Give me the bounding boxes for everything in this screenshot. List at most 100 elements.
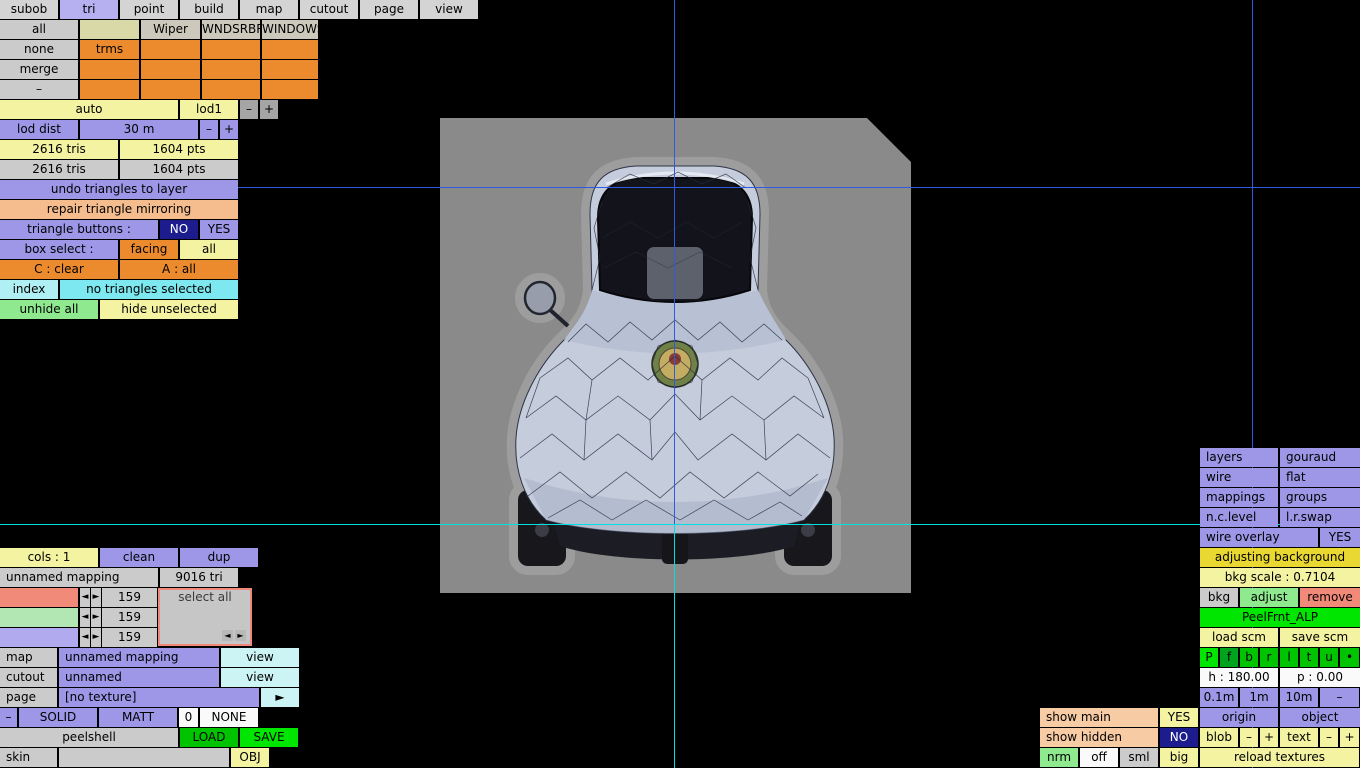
text-button[interactable]: text — [1280, 728, 1318, 747]
save-button[interactable]: SAVE — [240, 728, 298, 747]
skin-name-field[interactable] — [59, 748, 229, 767]
box-select-all-button[interactable]: all — [180, 240, 238, 259]
lod1-button[interactable]: lod1 — [180, 100, 238, 119]
channel-red-right-arrow[interactable]: ► — [91, 588, 101, 607]
view-key-b[interactable]: b — [1240, 648, 1258, 667]
tab-subob[interactable]: subob — [0, 0, 58, 19]
mapping-name[interactable]: unnamed mapping — [0, 568, 158, 587]
clean-button[interactable]: clean — [100, 548, 178, 567]
mappings-button[interactable]: mappings — [1200, 488, 1278, 507]
cutout-view-button[interactable]: view — [221, 668, 299, 687]
color-channel-blue-slider[interactable] — [0, 628, 78, 647]
layers-button[interactable]: layers — [1200, 448, 1278, 467]
view-key-t[interactable]: t — [1300, 648, 1318, 667]
cols-value[interactable]: cols : 1 — [0, 548, 98, 567]
select-all-right-arrow[interactable]: ► — [235, 630, 246, 641]
wire-button[interactable]: wire — [1200, 468, 1278, 487]
nc-level-button[interactable]: n.c.level — [1200, 508, 1278, 527]
grid-step-10m-button[interactable]: 10m — [1280, 688, 1318, 707]
grid-step-1m-button[interactable]: 1m — [1240, 688, 1278, 707]
select-all-box[interactable]: select all ◄ ► — [158, 588, 252, 646]
nrm-off-button[interactable]: off — [1080, 748, 1118, 767]
material-solid-button[interactable]: SOLID — [19, 708, 97, 727]
nrm-big-button[interactable]: big — [1160, 748, 1198, 767]
model-file-name[interactable]: peelshell — [0, 728, 178, 747]
material-none-value[interactable]: NONE — [200, 708, 258, 727]
lod-dist-minus-button[interactable]: – — [200, 120, 218, 139]
page-next-button[interactable]: ► — [261, 688, 299, 707]
flat-button[interactable]: flat — [1280, 468, 1360, 487]
map-row-label[interactable]: map — [0, 648, 57, 667]
select-none-subob-button[interactable]: none — [0, 40, 78, 59]
object-button[interactable]: object — [1280, 708, 1360, 727]
unhide-all-button[interactable]: unhide all — [0, 300, 98, 319]
reload-textures-button[interactable]: reload textures — [1200, 748, 1359, 767]
nrm-button[interactable]: nrm — [1040, 748, 1078, 767]
cutout-row-label[interactable]: cutout — [0, 668, 57, 687]
box-select-facing-button[interactable]: facing — [120, 240, 178, 259]
tab-view[interactable]: view — [420, 0, 478, 19]
tab-cutout[interactable]: cutout — [300, 0, 358, 19]
view-key-l[interactable]: l — [1280, 648, 1298, 667]
channel-green-right-arrow[interactable]: ► — [91, 608, 101, 627]
grid-step-01m-button[interactable]: 0.1m — [1200, 688, 1238, 707]
subob-group-windows[interactable]: WINDOWS — [262, 20, 318, 39]
subob-group-wndsrbr[interactable]: WNDSRBR — [202, 20, 260, 39]
wire-overlay-label[interactable]: wire overlay — [1200, 528, 1318, 547]
merge-subob-button[interactable]: merge — [0, 60, 78, 79]
lod-dist-plus-button[interactable]: + — [220, 120, 238, 139]
page-row-label[interactable]: page — [0, 688, 57, 707]
material-matt-button[interactable]: MATT — [99, 708, 177, 727]
tab-page[interactable]: page — [360, 0, 418, 19]
select-all-subob-button[interactable]: all — [0, 20, 78, 39]
subob-minus-button[interactable]: – — [0, 80, 78, 99]
color-channel-green-slider[interactable] — [0, 608, 78, 627]
view-key-r[interactable]: r — [1260, 648, 1278, 667]
index-button[interactable]: index — [0, 280, 58, 299]
cutout-row-value[interactable]: unnamed — [59, 668, 219, 687]
skin-label[interactable]: skin — [0, 748, 57, 767]
blob-plus-button[interactable]: + — [1260, 728, 1278, 747]
obj-export-button[interactable]: OBJ — [231, 748, 269, 767]
select-all-tris-button[interactable]: A : all — [120, 260, 238, 279]
nrm-sml-button[interactable]: sml — [1120, 748, 1158, 767]
channel-blue-right-arrow[interactable]: ► — [91, 628, 101, 647]
subob-group-wiper[interactable]: Wiper — [141, 20, 200, 39]
wire-overlay-toggle[interactable]: YES — [1320, 528, 1360, 547]
bkg-button[interactable]: bkg — [1200, 588, 1238, 607]
undo-triangles-button[interactable]: undo triangles to layer — [0, 180, 238, 199]
gouraud-button[interactable]: gouraud — [1280, 448, 1360, 467]
text-minus-button[interactable]: – — [1320, 728, 1338, 747]
subob-group-trms[interactable]: trms — [80, 40, 139, 59]
channel-blue-left-arrow[interactable]: ◄ — [80, 628, 90, 647]
tab-point[interactable]: point — [120, 0, 178, 19]
tab-tri[interactable]: tri — [60, 0, 118, 19]
repair-mirroring-button[interactable]: repair triangle mirroring — [0, 200, 238, 219]
map-row-value[interactable]: unnamed mapping — [59, 648, 219, 667]
view-key-dot[interactable]: • — [1340, 648, 1359, 667]
material-index-value[interactable]: 0 — [179, 708, 198, 727]
model-viewport[interactable] — [440, 118, 911, 593]
origin-button[interactable]: origin — [1200, 708, 1278, 727]
triangle-buttons-no[interactable]: NO — [160, 220, 198, 239]
blob-button[interactable]: blob — [1200, 728, 1238, 747]
lr-swap-button[interactable]: l.r.swap — [1280, 508, 1360, 527]
remove-button[interactable]: remove — [1300, 588, 1360, 607]
channel-red-left-arrow[interactable]: ◄ — [80, 588, 90, 607]
lod-plus-button[interactable]: + — [260, 100, 278, 119]
view-key-u[interactable]: u — [1320, 648, 1338, 667]
tab-build[interactable]: build — [180, 0, 238, 19]
page-row-value[interactable]: [no texture] — [59, 688, 259, 707]
text-plus-button[interactable]: + — [1340, 728, 1359, 747]
channel-green-left-arrow[interactable]: ◄ — [80, 608, 90, 627]
tab-map[interactable]: map — [240, 0, 298, 19]
map-view-button[interactable]: view — [221, 648, 299, 667]
load-scm-button[interactable]: load scm — [1200, 628, 1278, 647]
clear-selection-button[interactable]: C : clear — [0, 260, 118, 279]
groups-button[interactable]: groups — [1280, 488, 1360, 507]
dup-button[interactable]: dup — [180, 548, 258, 567]
lod-minus-button[interactable]: – — [240, 100, 258, 119]
hide-unselected-button[interactable]: hide unselected — [100, 300, 238, 319]
color-channel-red-slider[interactable] — [0, 588, 78, 607]
adjust-button[interactable]: adjust — [1240, 588, 1298, 607]
